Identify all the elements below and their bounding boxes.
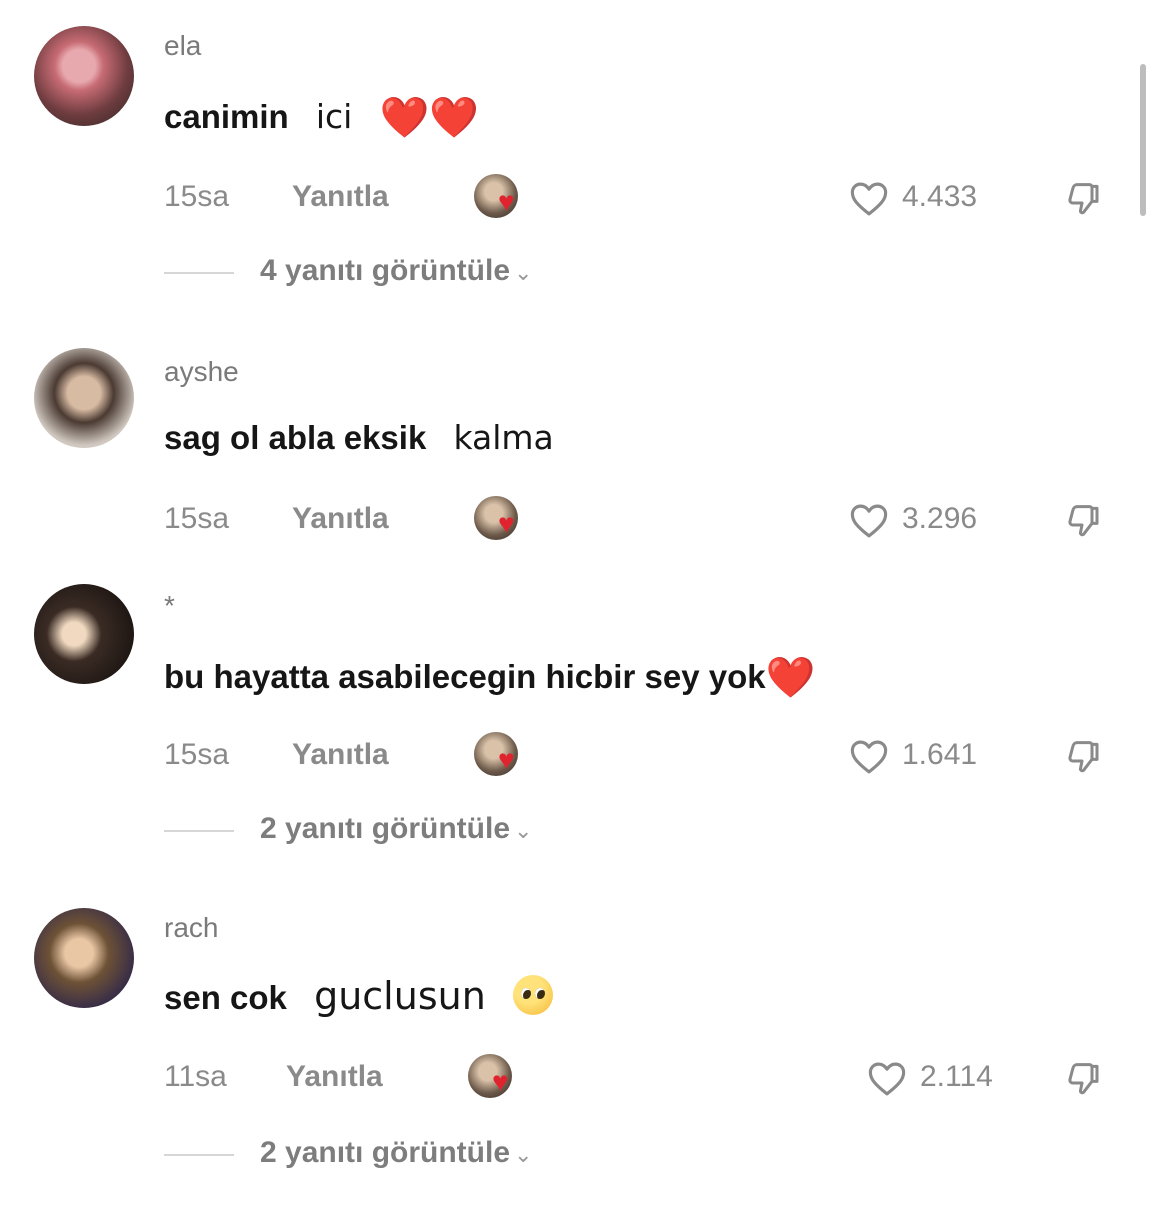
- comment-meta: 15sa Yanıtla ♥ 4.433: [164, 174, 1124, 220]
- reply-button[interactable]: Yanıtla: [292, 738, 389, 772]
- comment-meta: 15sa Yanıtla ♥ 1.641: [164, 732, 1124, 778]
- divider: [164, 1154, 234, 1156]
- heart-outline-icon[interactable]: [866, 1058, 908, 1100]
- chevron-down-icon: ⌄: [514, 1142, 533, 1167]
- timestamp: 15sa: [164, 738, 230, 771]
- view-replies-label: 2 yanıtı görüntüle: [260, 1136, 511, 1169]
- creator-liked-heart-icon: ♥: [498, 744, 515, 775]
- divider: [164, 830, 234, 832]
- comment-meta: 15sa Yanıtla ♥ 3.296: [164, 496, 1124, 542]
- timestamp: 11sa: [164, 1060, 227, 1093]
- heart-emoji-icon: ❤️: [765, 656, 816, 700]
- like-count: 3.296: [902, 502, 978, 535]
- comment-text-plain: ici: [315, 97, 353, 136]
- comment: ela canimin ici ❤️❤️ 15sa Yanıtla ♥ 4.43…: [0, 0, 1156, 330]
- view-replies-label: 2 yanıtı görüntüle: [260, 812, 511, 845]
- comment: rach sen cok guclusun 11sa Yanıtla ♥ 2.1…: [0, 890, 1156, 1220]
- like-count: 4.433: [902, 180, 978, 213]
- like-count: 1.641: [902, 738, 978, 771]
- like-count: 2.114: [920, 1060, 993, 1093]
- heart-outline-icon[interactable]: [848, 736, 890, 778]
- thumbs-down-icon[interactable]: [1062, 500, 1102, 540]
- scrollbar[interactable]: [1140, 64, 1146, 216]
- reply-button[interactable]: Yanıtla: [292, 502, 389, 536]
- pleading-face-emoji-icon: [512, 975, 553, 1015]
- creator-liked-heart-icon: ♥: [492, 1066, 509, 1097]
- timestamp: 15sa: [164, 502, 230, 535]
- chevron-down-icon: ⌄: [514, 260, 533, 285]
- creator-liked-heart-icon: ♥: [498, 508, 515, 539]
- view-replies-label: 4 yanıtı görüntüle: [260, 254, 511, 287]
- username[interactable]: rach: [164, 912, 218, 944]
- comment-text: bu hayatta asabilecegin hicbir sey yok❤️: [164, 654, 815, 701]
- thumbs-down-icon[interactable]: [1062, 1058, 1102, 1098]
- username[interactable]: *: [164, 590, 175, 622]
- comment-text-bold: sag ol abla eksik: [164, 419, 427, 456]
- chevron-down-icon: ⌄: [514, 818, 533, 843]
- comment-text-bold: sen cok: [164, 979, 287, 1016]
- comment-text: sen cok guclusun: [164, 974, 553, 1018]
- avatar[interactable]: [34, 348, 134, 448]
- username[interactable]: ayshe: [164, 356, 239, 388]
- comment-text-plain: guclusun: [314, 974, 486, 1018]
- heart-outline-icon[interactable]: [848, 500, 890, 542]
- comment-text: canimin ici ❤️❤️: [164, 94, 479, 141]
- comment-text-bold: canimin: [164, 98, 289, 135]
- reply-button[interactable]: Yanıtla: [292, 180, 389, 214]
- heart-outline-icon[interactable]: [848, 178, 890, 220]
- comment-text: sag ol abla eksik kalma: [164, 418, 554, 457]
- username[interactable]: ela: [164, 30, 201, 62]
- avatar[interactable]: [34, 584, 134, 684]
- avatar[interactable]: [34, 908, 134, 1008]
- comment-text-plain: kalma: [453, 418, 554, 457]
- thumbs-down-icon[interactable]: [1062, 178, 1102, 218]
- reply-button[interactable]: Yanıtla: [286, 1060, 383, 1094]
- divider: [164, 272, 234, 274]
- avatar[interactable]: [34, 26, 134, 126]
- comment-meta: 11sa Yanıtla ♥ 2.114: [164, 1054, 1124, 1100]
- thumbs-down-icon[interactable]: [1062, 736, 1102, 776]
- comment-text-bold: bu hayatta asabilecegin hicbir sey yok: [164, 658, 766, 695]
- comment: * bu hayatta asabilecegin hicbir sey yok…: [0, 570, 1156, 900]
- creator-liked-heart-icon: ♥: [498, 186, 515, 217]
- timestamp: 15sa: [164, 180, 230, 213]
- heart-emoji-icon: ❤️❤️: [379, 96, 480, 140]
